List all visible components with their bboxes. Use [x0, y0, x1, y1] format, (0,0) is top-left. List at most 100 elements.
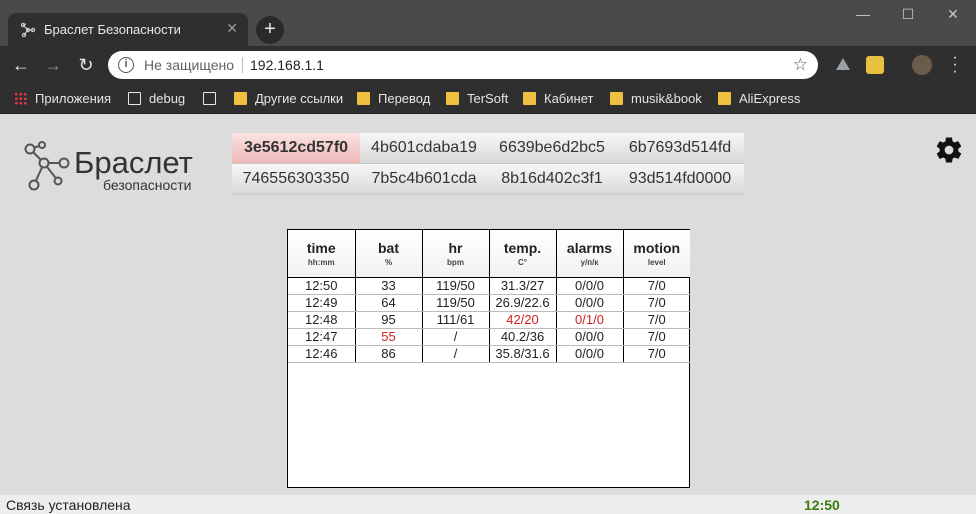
page-icon [128, 92, 141, 105]
bookmark-label: Другие ссылки [255, 91, 344, 106]
back-arrow-icon[interactable]: ← [10, 54, 32, 76]
column-unit: level [647, 257, 666, 267]
bookmark-star-icon[interactable]: ☆ [793, 55, 808, 75]
device-tab[interactable]: 746556303350 [232, 164, 360, 195]
bookmark-label: Перевод [378, 91, 431, 106]
table-cell: 12:48 [288, 311, 356, 329]
column-name: motion [633, 239, 681, 256]
close-tab-icon[interactable]: ✕ [226, 20, 238, 37]
reload-icon[interactable]: ↻ [75, 54, 97, 76]
device-selector: 3e5612cd57f0 4b601cdaba19 6639be6d2bc5 6… [232, 133, 744, 195]
column-name: hr [448, 239, 463, 256]
folder-icon [357, 92, 370, 105]
close-window-button[interactable]: ✕ [938, 6, 968, 26]
device-tab[interactable]: 93d514fd0000 [616, 164, 744, 195]
table-cell: 31.3/27 [489, 277, 557, 295]
bookmark-page[interactable] [203, 91, 224, 106]
info-icon[interactable]: i [118, 57, 134, 73]
status-time: 12:50 [804, 497, 840, 513]
telemetry-table-container: time hh:mm bat% hr bpm temp. C° alarms у/п/к… [287, 229, 690, 488]
table-cell: 86 [355, 345, 423, 363]
folder-icon [610, 92, 623, 105]
table-cell: 111/61 [422, 311, 490, 329]
column-header: time hh:mm [288, 230, 356, 278]
security-status[interactable]: Не защищено [144, 57, 234, 73]
bookmark-other-links[interactable]: Другие ссылки [234, 91, 343, 106]
column-unit: bpm [447, 257, 464, 267]
table-cell: 12:47 [288, 328, 356, 346]
column-unit: C° [518, 257, 527, 267]
table-cell: 0/0/0 [556, 277, 624, 295]
new-tab-button[interactable]: + [256, 16, 284, 44]
table-cell: 12:46 [288, 345, 356, 363]
table-cell: / [422, 328, 490, 346]
maximize-window-button[interactable]: ☐ [893, 6, 923, 26]
settings-gear-icon[interactable] [934, 135, 964, 165]
url-text[interactable]: 192.168.1.1 [250, 57, 324, 73]
table-cell: 0/0/0 [556, 294, 624, 312]
table-cell: 7/0 [623, 277, 690, 295]
device-tab[interactable]: 3e5612cd57f0 [232, 133, 360, 164]
column-name: alarms [566, 239, 613, 256]
table-cell: 7/0 [623, 311, 690, 329]
table-cell-alert: 42/20 [489, 311, 557, 329]
bookmark-aliexpress[interactable]: AliExpress [718, 91, 800, 106]
table-cell-alert: 0/1/0 [556, 311, 624, 329]
bookmark-tersoft[interactable]: TerSoft [446, 91, 508, 106]
drive-extension-icon[interactable] [834, 56, 852, 74]
page-icon [203, 92, 216, 105]
folder-icon [234, 92, 247, 105]
table-row: 12:47 55 / 40.2/36 0/0/0 7/0 [288, 328, 690, 346]
profile-avatar[interactable] [912, 55, 932, 75]
bookmark-cabinet[interactable]: Кабинет [523, 91, 593, 106]
column-name: time [306, 239, 336, 256]
column-name: bat [378, 239, 399, 256]
table-cell: 119/50 [422, 294, 490, 312]
bookmark-translate[interactable]: Перевод [357, 91, 430, 106]
bookmark-musik-book[interactable]: musik&book [610, 91, 702, 106]
device-tab[interactable]: 8b16d402c3f1 [488, 164, 616, 195]
browser-menu-icon[interactable]: · · · [950, 50, 960, 80]
bookmark-label: musik&book [631, 91, 702, 106]
browser-titlebar: Браслет Безопасности ✕ + — ☐ ✕ [0, 0, 976, 46]
telemetry-table: time hh:mm bat% hr bpm temp. C° alarms у/п/к… [288, 230, 690, 363]
table-cell: 40.2/36 [489, 328, 557, 346]
address-bar[interactable]: i Не защищено 192.168.1.1 ☆ [108, 51, 818, 79]
device-tab[interactable]: 7b5c4b601cda [360, 164, 488, 195]
tab-title: Браслет Безопасности [44, 22, 181, 37]
bookmark-apps[interactable]: Приложения [14, 91, 111, 106]
bracelet-logo-icon [24, 141, 70, 191]
table-row: 12:46 86 / 35.8/31.6 0/0/0 7/0 [288, 345, 690, 363]
column-unit: hh:mm [307, 257, 335, 267]
table-cell: 0/0/0 [556, 345, 624, 363]
bookmark-label: debug [149, 91, 186, 106]
table-cell: 0/0/0 [556, 328, 624, 346]
column-header: hr bpm [422, 230, 490, 278]
device-tab[interactable]: 4b601cdaba19 [360, 133, 488, 164]
table-cell: 7/0 [623, 294, 690, 312]
column-header: motion level [623, 230, 690, 278]
table-cell: 119/50 [422, 277, 490, 295]
bookmark-label: AliExpress [739, 91, 801, 106]
table-cell: 12:50 [288, 277, 356, 295]
extension-face-icon[interactable] [866, 56, 884, 74]
bookmark-debug[interactable]: debug [128, 91, 185, 106]
logo-subtitle: безопасности [103, 177, 192, 193]
device-tab[interactable]: 6639be6d2bc5 [488, 133, 616, 164]
forward-arrow-icon[interactable]: → [42, 54, 64, 76]
table-row: 12:50 33 119/50 31.3/27 0/0/0 7/0 [288, 277, 690, 295]
connection-status: Связь установлена [6, 497, 131, 513]
browser-tab[interactable]: Браслет Безопасности ✕ [8, 13, 248, 46]
minimize-window-button[interactable]: — [848, 6, 878, 26]
address-divider [242, 57, 243, 73]
table-header-row: time hh:mm bat% hr bpm temp. C° alarms у/п/к… [288, 230, 690, 278]
column-unit: % [384, 257, 393, 267]
column-name: temp. [503, 239, 542, 256]
bookmark-label: Приложения [35, 91, 112, 106]
bookmarks-bar: Приложения debug Другие ссылки Перевод T… [0, 84, 976, 114]
bookmark-label: TerSoft [467, 91, 509, 106]
bracelet-logo-icon [20, 22, 36, 38]
device-tab[interactable]: 6b7693d514fd [616, 133, 744, 164]
table-row: 12:49 64 119/50 26.9/22.6 0/0/0 7/0 [288, 294, 690, 312]
column-header: temp. C° [489, 230, 557, 278]
